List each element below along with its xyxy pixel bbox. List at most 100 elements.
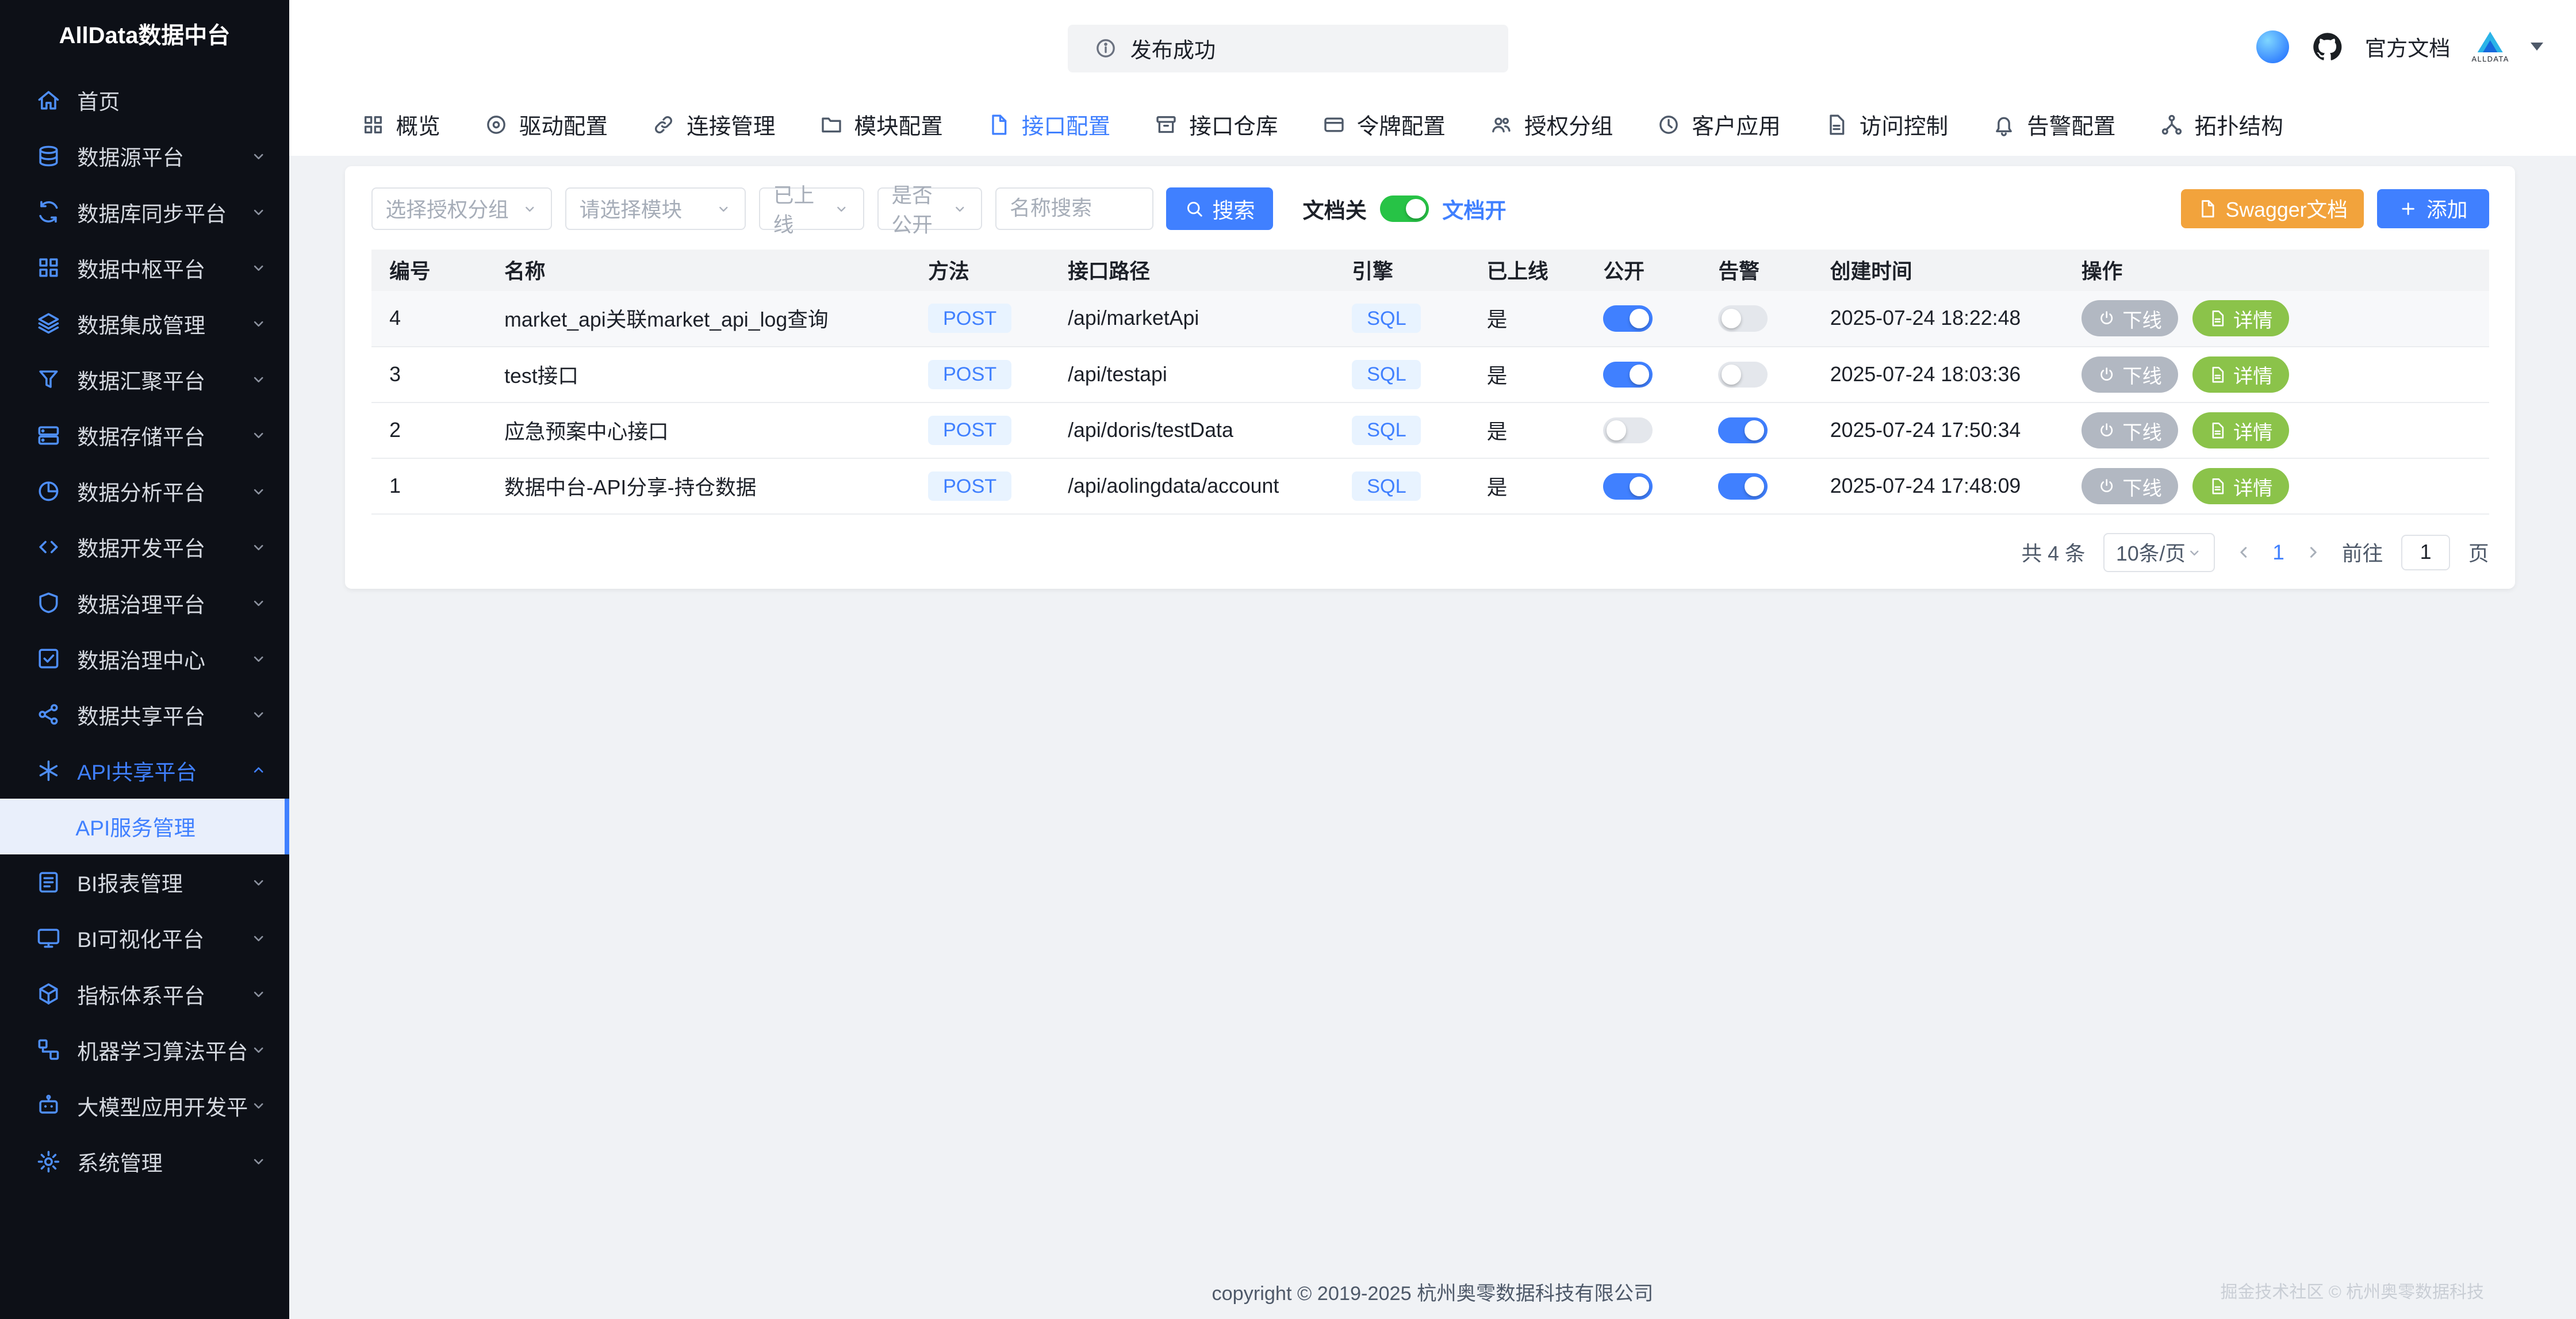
table-row: 2 应急预案中心接口 POST /api/doris/testData SQL … — [371, 402, 2489, 458]
sidebar-item-home[interactable]: 首页 — [0, 72, 289, 128]
doc-toggle[interactable] — [1380, 195, 1429, 222]
sidebar-item-bi-visualization[interactable]: BI可视化平台 — [0, 910, 289, 966]
chevron-down-icon — [250, 538, 267, 556]
next-page-icon[interactable] — [2302, 542, 2324, 563]
search-button[interactable]: 搜索 — [1166, 187, 1273, 230]
module-select[interactable]: 请选择模块 — [565, 187, 746, 230]
auth-group-select[interactable]: 选择授权分组 — [371, 187, 552, 230]
tab-access-control[interactable]: 访问控制 — [1825, 109, 1948, 141]
chevron-down-icon — [250, 259, 267, 277]
file-icon — [2209, 366, 2226, 384]
check-square-icon — [36, 646, 61, 671]
col-created: 创建时间 — [1812, 250, 2063, 290]
cell-name: market_api关联market_api_log查询 — [486, 291, 910, 347]
goto-page-input[interactable] — [2401, 535, 2451, 571]
prev-page-icon[interactable] — [2233, 542, 2255, 563]
sidebar-item-label: 数据治理中心 — [77, 643, 250, 674]
sidebar-item-data-sharing[interactable]: 数据共享平台 — [0, 687, 289, 742]
chevron-down-icon — [250, 1152, 267, 1170]
cell-id: 3 — [371, 347, 486, 402]
total-count: 共 4 条 — [2021, 538, 2085, 567]
tab-interface-repo[interactable]: 接口仓库 — [1155, 109, 1278, 141]
sidebar-item-system-mgmt[interactable]: 系统管理 — [0, 1133, 289, 1189]
swagger-doc-button[interactable]: Swagger文档 — [2181, 189, 2364, 229]
chevron-down-icon — [2186, 545, 2203, 561]
monitor-icon — [36, 926, 61, 950]
tab-auth-group[interactable]: 授权分组 — [1490, 109, 1613, 141]
sidebar-item-data-aggregation[interactable]: 数据汇聚平台 — [0, 351, 289, 407]
sidebar-item-data-source[interactable]: 数据源平台 — [0, 128, 289, 184]
file-icon — [2198, 199, 2217, 218]
tab-token-config[interactable]: 令牌配置 — [1322, 109, 1446, 141]
page-number[interactable]: 1 — [2272, 540, 2284, 565]
user-menu-caret-icon[interactable] — [2531, 43, 2543, 51]
official-docs-link[interactable]: 官方文档 — [2365, 31, 2451, 62]
chevron-down-icon — [250, 147, 267, 165]
sidebar-item-governance-center[interactable]: 数据治理中心 — [0, 631, 289, 687]
sidebar-item-metric-system[interactable]: 指标体系平台 — [0, 966, 289, 1022]
tab-module-config[interactable]: 模块配置 — [820, 109, 943, 141]
main-area: 官方文档 ALLDATA 概览 驱动配置 连接管理 模块配置 接口配置 接口仓库… — [289, 0, 2576, 1319]
table-row: 1 数据中台-API分享-持仓数据 POST /api/aolingdata/a… — [371, 458, 2489, 514]
database-icon — [36, 144, 61, 168]
public-toggle[interactable] — [1603, 362, 1653, 388]
public-toggle[interactable] — [1603, 305, 1653, 332]
sidebar-item-data-governance[interactable]: 数据治理平台 — [0, 575, 289, 631]
tab-client-app[interactable]: 客户应用 — [1657, 109, 1780, 141]
sidebar-item-api-sharing[interactable]: API共享平台 — [0, 742, 289, 798]
detail-button[interactable]: 详情 — [2192, 412, 2290, 448]
github-icon[interactable] — [2311, 30, 2344, 63]
sidebar-item-db-sync[interactable]: 数据库同步平台 — [0, 184, 289, 240]
page-size-select[interactable]: 10条/页 — [2103, 533, 2215, 573]
tab-overview[interactable]: 概览 — [362, 109, 440, 141]
sidebar-item-data-dev[interactable]: 数据开发平台 — [0, 519, 289, 575]
offline-button[interactable]: 下线 — [2082, 468, 2179, 504]
sidebar-item-llm-platform[interactable]: 大模型应用开发平台 — [0, 1078, 289, 1133]
public-toggle[interactable] — [1603, 473, 1653, 500]
link-icon — [652, 113, 675, 136]
report-icon — [36, 870, 61, 895]
detail-button[interactable]: 详情 — [2192, 300, 2290, 336]
name-search-input[interactable] — [995, 187, 1153, 230]
tab-connection-mgmt[interactable]: 连接管理 — [652, 109, 775, 141]
alert-toggle[interactable] — [1718, 473, 1768, 500]
chevron-down-icon — [250, 203, 267, 221]
public-select[interactable]: 是否公开 — [877, 187, 983, 230]
tab-interface-config[interactable]: 接口配置 — [987, 109, 1110, 141]
col-name: 名称 — [486, 250, 910, 290]
cell-online: 是 — [1469, 402, 1585, 458]
chevron-up-icon — [250, 761, 267, 779]
sidebar-item-data-storage[interactable]: 数据存储平台 — [0, 408, 289, 463]
cell-online: 是 — [1469, 458, 1585, 514]
api-list-card: 选择授权分组 请选择模块 已上线 是否公开 搜索 文档关 文档开 Swagger… — [345, 166, 2515, 589]
tab-driver-config[interactable]: 驱动配置 — [485, 109, 608, 141]
alert-toggle[interactable] — [1718, 362, 1768, 388]
sidebar-subitem-api-service-mgmt[interactable]: API服务管理 — [0, 799, 289, 854]
offline-button[interactable]: 下线 — [2082, 356, 2179, 393]
tab-alert-config[interactable]: 告警配置 — [1992, 109, 2115, 141]
alert-toggle[interactable] — [1718, 305, 1768, 332]
copyright-text: copyright © 2019-2025 杭州奥零数据科技有限公司 — [1212, 1277, 1653, 1306]
alldata-logo[interactable]: ALLDATA — [2472, 30, 2509, 64]
sidebar-item-data-integration[interactable]: 数据集成管理 — [0, 296, 289, 351]
sidebar-item-label: 数据集成管理 — [77, 308, 250, 339]
tab-topology[interactable]: 拓扑结构 — [2160, 109, 2283, 141]
sidebar-item-label: 系统管理 — [77, 1146, 250, 1177]
sidebar-item-label: 数据分析平台 — [77, 476, 250, 507]
cell-name: test接口 — [486, 347, 910, 402]
online-select[interactable]: 已上线 — [759, 187, 864, 230]
detail-button[interactable]: 详情 — [2192, 468, 2290, 504]
sidebar-item-ml-platform[interactable]: 机器学习算法平台 — [0, 1022, 289, 1078]
detail-button[interactable]: 详情 — [2192, 356, 2290, 393]
pie-chart-icon — [36, 479, 61, 504]
sidebar-item-data-hub[interactable]: 数据中枢平台 — [0, 240, 289, 296]
public-toggle[interactable] — [1603, 417, 1653, 444]
sidebar-item-bi-report[interactable]: BI报表管理 — [0, 854, 289, 910]
add-button[interactable]: 添加 — [2377, 189, 2489, 229]
method-tag: POST — [928, 304, 1011, 333]
offline-button[interactable]: 下线 — [2082, 300, 2179, 336]
sidebar-item-data-analysis[interactable]: 数据分析平台 — [0, 463, 289, 519]
alert-toggle[interactable] — [1718, 417, 1768, 444]
community-logo-icon[interactable] — [2256, 30, 2289, 63]
offline-button[interactable]: 下线 — [2082, 412, 2179, 448]
